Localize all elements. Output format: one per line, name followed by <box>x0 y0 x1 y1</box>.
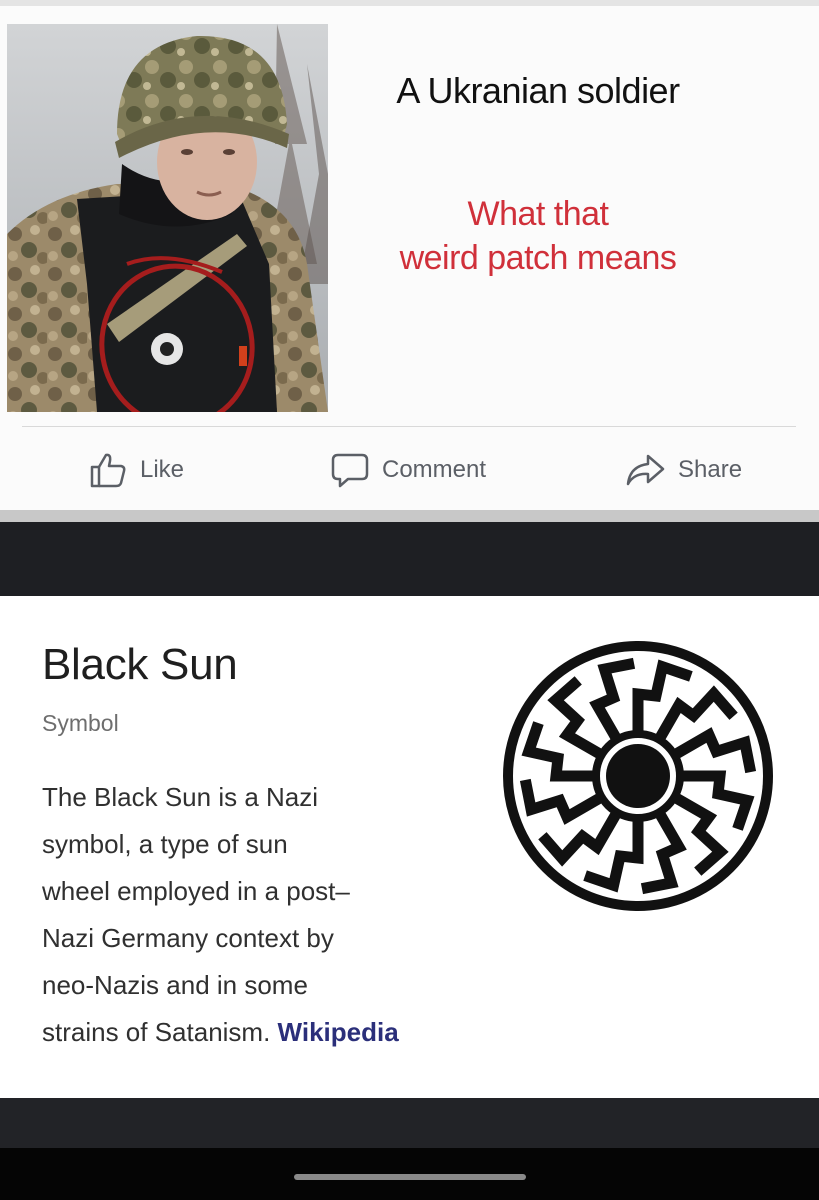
sun-ray <box>672 792 729 876</box>
dark-band-bottom <box>0 1098 819 1148</box>
panel-subtitle: Symbol <box>42 710 119 736</box>
sun-ray <box>519 778 604 825</box>
sun-ray <box>654 685 738 742</box>
description-last-line: strains of Satanism. Wikipedia <box>42 1009 482 1056</box>
sun-ray <box>589 657 636 742</box>
wikipedia-link[interactable]: Wikipedia <box>278 1017 399 1047</box>
separator-strip <box>0 510 819 522</box>
description-line: neo-Nazis and in some <box>42 970 308 1000</box>
home-indicator[interactable] <box>294 1174 526 1180</box>
thumbs-up-icon <box>88 450 128 490</box>
like-label: Like <box>140 456 185 483</box>
knowledge-panel: Black Sun Symbol The Black Sun is a Nazi… <box>0 596 819 1098</box>
black-sun-symbol <box>503 641 773 911</box>
post-subtitle: What that weird patch means <box>338 192 738 280</box>
sun-ray <box>547 676 604 760</box>
social-post: A Ukranian soldier What that weird patch… <box>0 0 819 510</box>
description-line: strains of Satanism. <box>42 1017 271 1047</box>
sun-ray <box>632 659 693 734</box>
share-arrow-icon <box>624 450 666 490</box>
post-subtitle-line: What that <box>467 195 609 233</box>
like-button[interactable]: Like <box>88 448 184 492</box>
description-line: symbol, a type of sun <box>42 829 288 859</box>
action-divider <box>22 426 796 427</box>
sun-ray <box>583 818 644 893</box>
panel-description: The Black Sun is a Nazi symbol, a type o… <box>42 774 482 1056</box>
comment-label: Comment <box>382 456 487 483</box>
top-edge <box>0 0 819 6</box>
share-label: Share <box>678 456 743 483</box>
sun-ray <box>680 770 755 831</box>
post-photo[interactable] <box>7 24 328 412</box>
sun-ray <box>640 810 687 895</box>
description-line: wheel employed in a post– <box>42 876 350 906</box>
sun-ray <box>672 727 757 774</box>
dark-band-top <box>0 522 819 596</box>
sun-ray <box>538 810 622 867</box>
post-title: A Ukranian soldier <box>396 70 680 111</box>
description-line: The Black Sun is a Nazi <box>42 782 319 812</box>
description-line: Nazi Germany context by <box>42 923 334 953</box>
sun-ray <box>521 721 596 782</box>
share-button[interactable]: Share <box>624 448 742 492</box>
comment-bubble-icon <box>330 450 370 490</box>
panel-title: Black Sun <box>42 640 238 689</box>
comment-button[interactable]: Comment <box>330 448 486 492</box>
soldier-photo-illustration <box>7 24 328 412</box>
post-subtitle-line: weird patch means <box>399 239 677 277</box>
